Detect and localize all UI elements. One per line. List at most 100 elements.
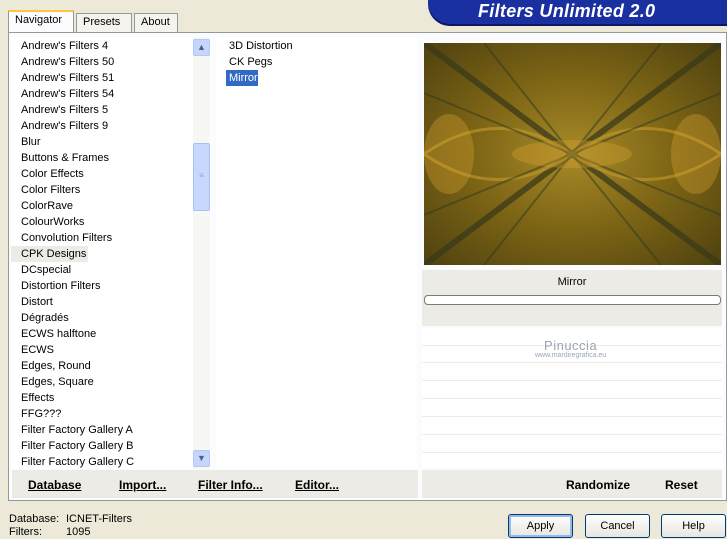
category-item[interactable]: Convolution Filters [11,230,114,246]
grip-icon: ≡ [199,171,204,180]
apply-button[interactable]: Apply [508,514,573,538]
left-toolbar: Database Import... Filter Info... Editor… [12,470,418,498]
category-item[interactable]: ECWS halftone [11,326,98,342]
import-button[interactable]: Import... [119,478,166,492]
category-row: ECWS [11,342,211,358]
category-item[interactable]: FFG??? [11,406,63,422]
category-item[interactable]: Color Filters [11,182,82,198]
database-value: ICNET-Filters [66,513,132,525]
category-row: Blur [11,134,211,150]
category-item[interactable]: Andrew's Filters 50 [11,54,116,70]
category-row: Andrew's Filters 51 [11,70,211,86]
category-row: Color Filters [11,182,211,198]
category-item[interactable]: ColourWorks [11,214,86,230]
category-item[interactable]: Effects [11,390,56,406]
tab-navigator[interactable]: Navigator [8,10,74,32]
category-row: Andrew's Filters 4 [11,38,211,54]
category-row: Andrew's Filters 5 [11,102,211,118]
category-item[interactable]: Andrew's Filters 54 [11,86,116,102]
category-item[interactable]: Andrew's Filters 5 [11,102,110,118]
category-item[interactable]: Andrew's Filters 51 [11,70,116,86]
category-item[interactable]: Filter Factory Gallery B [11,438,135,454]
category-item[interactable]: Andrew's Filters 9 [11,118,110,134]
category-row: ECWS halftone [11,326,211,342]
category-row: Dégradés [11,310,211,326]
parameter-row [422,416,722,417]
category-item[interactable]: Filter Factory Gallery C [11,454,136,469]
filter-info-button[interactable]: Filter Info... [198,478,263,492]
parameter-row [422,380,722,381]
preview-filter-name: Mirror [557,276,587,288]
category-item[interactable]: Distort [11,294,55,310]
scroll-thumb[interactable]: ≡ [193,143,210,211]
cancel-button[interactable]: Cancel [585,514,650,538]
category-item[interactable]: ECWS [11,342,56,358]
category-row: ColorRave [11,198,211,214]
parameter-row [422,452,722,453]
right-toolbar: Randomize Reset [422,470,722,498]
category-row: Andrew's Filters 9 [11,118,211,134]
parameter-row [422,398,722,399]
category-row: Edges, Square [11,374,211,390]
category-row: Filter Factory Gallery A [11,422,211,438]
category-row: Convolution Filters [11,230,211,246]
category-item[interactable]: Edges, Square [11,374,96,390]
filter-item[interactable]: CK Pegs [226,54,272,70]
filter-row: 3D Distortion [216,38,417,54]
category-item[interactable]: Dégradés [11,310,71,326]
preview-image [424,43,721,265]
randomize-button[interactable]: Randomize [566,478,630,492]
chevron-up-icon: ▲ [197,42,206,52]
scroll-down-button[interactable]: ▼ [193,450,210,467]
category-scrollbar[interactable]: ▲ ≡ ▼ [193,37,210,469]
preview-kaleidoscope [424,43,721,265]
category-row: Distort [11,294,211,310]
parameter-row [422,362,722,363]
category-item[interactable]: Color Effects [11,166,86,182]
category-row: Filter Factory Gallery C [11,454,211,469]
chevron-down-icon: ▼ [197,453,206,463]
category-row: Effects [11,390,211,406]
progress-bar [424,295,721,305]
category-row: Edges, Round [11,358,211,374]
category-row: Buttons & Frames [11,150,211,166]
status-info: Database: ICNET-Filters Filters: 1095 [9,513,132,539]
category-row: Andrew's Filters 50 [11,54,211,70]
category-row: FFG??? [11,406,211,422]
category-item[interactable]: Buttons & Frames [11,150,111,166]
filter-item[interactable]: Mirror [226,70,258,86]
category-row: DCspecial [11,262,211,278]
tab-presets[interactable]: Presets [76,13,132,32]
category-item[interactable]: CPK Designs [11,246,89,262]
category-item[interactable]: DCspecial [11,262,73,278]
filters-count: 1095 [66,526,91,538]
category-list[interactable]: Andrew's Filters 4 Andrew's Filters 50 And… [11,37,211,469]
database-button[interactable]: Database [28,478,81,492]
help-button[interactable]: Help [661,514,726,538]
filter-row: CK Pegs [216,54,417,70]
editor-button[interactable]: Editor... [295,478,339,492]
filters-label: Filters: [9,526,42,538]
app-banner: Filters Unlimited 2.0 [428,0,727,24]
filter-row: Mirror [216,70,417,86]
category-item[interactable]: Blur [11,134,43,150]
category-row: Color Effects [11,166,211,182]
category-item[interactable]: Distortion Filters [11,278,102,294]
category-row: CPK Designs [11,246,211,262]
scroll-up-button[interactable]: ▲ [193,39,210,56]
category-item[interactable]: Andrew's Filters 4 [11,38,110,54]
tab-about[interactable]: About [134,13,178,32]
category-item[interactable]: Filter Factory Gallery A [11,422,135,438]
watermark-name: Pinuccia [544,338,598,353]
filter-info-bar: Mirror [422,270,722,326]
category-item[interactable]: ColorRave [11,198,75,214]
category-item[interactable]: Edges, Round [11,358,93,374]
category-row: ColourWorks [11,214,211,230]
category-row: Filter Factory Gallery B [11,438,211,454]
filter-item[interactable]: 3D Distortion [226,38,293,54]
reset-button[interactable]: Reset [665,478,698,492]
database-label: Database: [9,513,60,525]
filter-list[interactable]: 3D Distortion CK Pegs Mirror [216,37,417,469]
watermark: Pinuccia www.mardiregrafica.eu [535,338,606,359]
category-row: Distortion Filters [11,278,211,294]
